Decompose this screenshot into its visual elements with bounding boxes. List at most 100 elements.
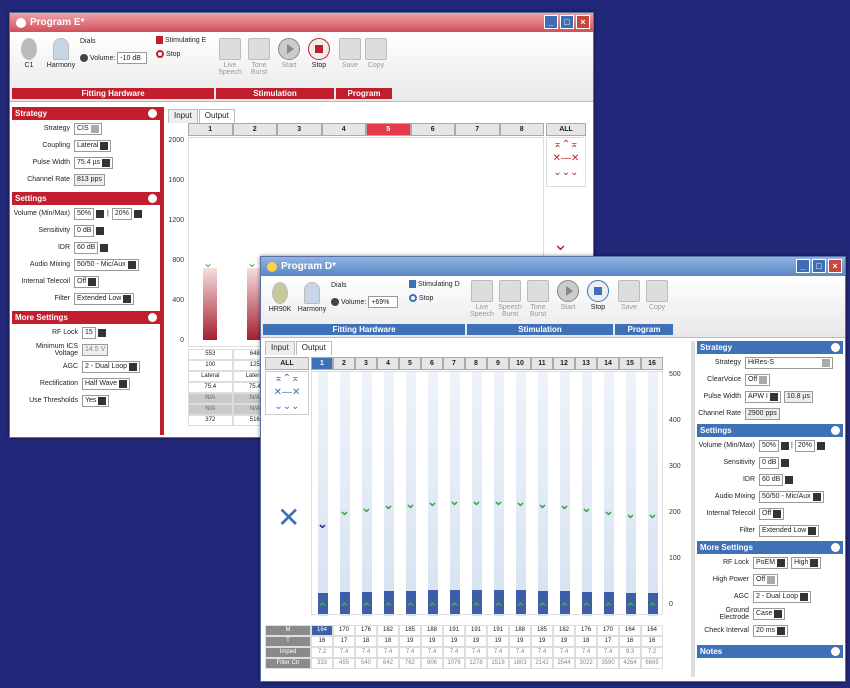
tone-burst-button[interactable]: Tone Burst xyxy=(246,38,272,76)
coupling-select[interactable]: Lateral xyxy=(74,139,112,152)
table-cell[interactable]: 19 xyxy=(509,636,531,647)
table-cell[interactable]: 164 xyxy=(641,625,663,636)
m-marker-icon[interactable]: ⌄ xyxy=(647,506,658,522)
tone-burst-button[interactable]: Tone Burst xyxy=(525,280,551,318)
table-cell[interactable]: 19 xyxy=(465,636,487,647)
rf-lock-select[interactable]: PoEM xyxy=(753,556,789,569)
table-cell[interactable]: 642 xyxy=(377,658,399,669)
rf-level-select[interactable]: High xyxy=(791,556,822,569)
t-marker-icon[interactable]: ⌃ xyxy=(361,600,372,616)
table-cell[interactable]: 170 xyxy=(333,625,355,636)
table-cell[interactable]: 7.4 xyxy=(597,647,619,658)
close-button[interactable]: × xyxy=(576,15,590,29)
window-titlebar[interactable]: Program E* _ □ × xyxy=(10,13,593,32)
t-marker-icon[interactable]: ⌃ xyxy=(339,600,350,616)
table-cell[interactable]: 2544 xyxy=(553,658,575,669)
live-speech-button[interactable]: Live Speech xyxy=(217,38,243,76)
table-cell[interactable]: 6665 xyxy=(641,658,663,669)
table-cell[interactable]: 4264 xyxy=(619,658,641,669)
strategy-header[interactable]: Strategy xyxy=(697,341,843,354)
table-cell[interactable]: 191 xyxy=(487,625,509,636)
table-cell[interactable]: 188 xyxy=(509,625,531,636)
t-marker-icon[interactable]: ⌃ xyxy=(625,600,636,616)
spinner-icon[interactable] xyxy=(781,441,790,450)
spinner-icon[interactable] xyxy=(133,209,142,218)
sensitivity-field[interactable]: 0 dB xyxy=(74,224,95,237)
t-marker-icon[interactable]: ⌃ xyxy=(581,600,592,616)
volume-field[interactable]: -10 dB xyxy=(117,52,148,64)
m-marker-icon[interactable]: ⌄ xyxy=(203,256,213,270)
channel-tab-4[interactable]: 4 xyxy=(321,123,366,136)
spinner-icon[interactable] xyxy=(816,441,825,450)
channel-tab-1[interactable]: 1 xyxy=(311,357,333,370)
table-cell[interactable]: 7.4 xyxy=(355,647,377,658)
settings-header[interactable]: Settings xyxy=(697,424,843,437)
stop-radio[interactable]: Stop xyxy=(156,50,180,58)
stop-button[interactable]: Stop xyxy=(306,38,332,69)
table-cell[interactable]: 7.4 xyxy=(443,647,465,658)
table-cell[interactable]: 540 xyxy=(355,658,377,669)
agc-select[interactable]: 2 - Dual Loop xyxy=(753,590,812,603)
start-button[interactable]: Start xyxy=(276,38,302,69)
rf-lock-field[interactable]: 15 xyxy=(82,326,96,339)
m-marker-icon[interactable]: ⌄ xyxy=(427,494,438,510)
collapse-icon[interactable] xyxy=(148,109,157,118)
filter-select[interactable]: Extended Low xyxy=(759,524,820,537)
vol-min-field[interactable]: 50% xyxy=(759,439,780,452)
close-button[interactable]: × xyxy=(828,259,842,273)
table-cell[interactable]: 1518 xyxy=(487,658,509,669)
channel-tab-15[interactable]: 15 xyxy=(619,357,641,370)
table-cell[interactable]: 16 xyxy=(311,636,333,647)
table-cell[interactable]: 17 xyxy=(333,636,355,647)
m-marker-icon[interactable]: ⌄ xyxy=(515,494,526,510)
channel-tab-2[interactable]: 2 xyxy=(333,357,355,370)
t-marker-icon[interactable]: ⌃ xyxy=(559,600,570,616)
t-marker-icon[interactable]: ⌃ xyxy=(427,600,438,616)
audio-mixing-select[interactable]: 50/50 - Mic/Aux xyxy=(74,258,139,271)
channel-tab-7[interactable]: 7 xyxy=(455,123,500,136)
m-marker-icon[interactable]: ⌄ xyxy=(581,500,592,516)
channel-tab-16[interactable]: 16 xyxy=(641,357,663,370)
table-cell[interactable]: 455 xyxy=(333,658,355,669)
t-marker-icon[interactable]: ⌃ xyxy=(383,600,394,616)
channel-tab-14[interactable]: 14 xyxy=(597,357,619,370)
table-cell[interactable]: 17 xyxy=(597,636,619,647)
table-cell[interactable]: 906 xyxy=(421,658,443,669)
save-button[interactable]: Save xyxy=(617,280,641,311)
pulse-width-field[interactable]: 75.4 µs xyxy=(74,156,114,169)
all-channels-button[interactable]: ALL xyxy=(265,357,309,370)
m-marker-icon[interactable]: ⌄ xyxy=(625,506,636,522)
channel-tab-8[interactable]: 8 xyxy=(499,123,544,136)
table-cell[interactable]: 164 xyxy=(311,625,333,636)
m-marker-icon[interactable]: ⌄ xyxy=(603,503,614,519)
channel-tab-1[interactable]: 1 xyxy=(188,123,233,136)
implant-item[interactable]: HR90K xyxy=(265,282,295,313)
table-cell[interactable]: 164 xyxy=(619,625,641,636)
table-cell[interactable]: 1803 xyxy=(509,658,531,669)
spinner-icon[interactable] xyxy=(96,209,105,218)
m-marker-icon[interactable]: ⌄ xyxy=(537,496,548,512)
table-cell[interactable]: 7.4 xyxy=(553,647,575,658)
idr-field[interactable]: 60 dB xyxy=(74,241,99,254)
table-cell[interactable]: 7.2 xyxy=(311,647,333,658)
more-settings-header[interactable]: More Settings xyxy=(697,541,843,554)
strategy-select[interactable]: HiRes-S xyxy=(745,356,833,369)
table-cell[interactable]: 18 xyxy=(377,636,399,647)
sensitivity-field[interactable]: 0 dB xyxy=(759,456,780,469)
vol-max-field[interactable]: 20% xyxy=(111,207,132,220)
t-marker-icon[interactable]: ⌃ xyxy=(471,600,482,616)
table-cell[interactable]: 333 xyxy=(311,658,333,669)
channel-tab-13[interactable]: 13 xyxy=(575,357,597,370)
m-marker-icon[interactable]: ⌄ xyxy=(383,497,394,513)
table-cell[interactable]: 2142 xyxy=(531,658,553,669)
t-marker-icon[interactable]: ⌃ xyxy=(317,600,328,616)
t-marker-icon[interactable]: ⌃ xyxy=(493,600,504,616)
table-cell[interactable]: 553 xyxy=(188,349,233,360)
start-button[interactable]: Start xyxy=(555,280,581,311)
table-cell[interactable]: 7.4 xyxy=(421,647,443,658)
table-cell[interactable]: 762 xyxy=(399,658,421,669)
table-cell[interactable]: Lateral xyxy=(188,371,233,382)
adjust-arrows-icon[interactable]: ⌅⌃⌅ ✕—✕ ⌄⌄⌄ xyxy=(546,137,586,187)
m-marker-icon[interactable]: ⌄ xyxy=(493,493,504,509)
channel-tab-12[interactable]: 12 xyxy=(553,357,575,370)
